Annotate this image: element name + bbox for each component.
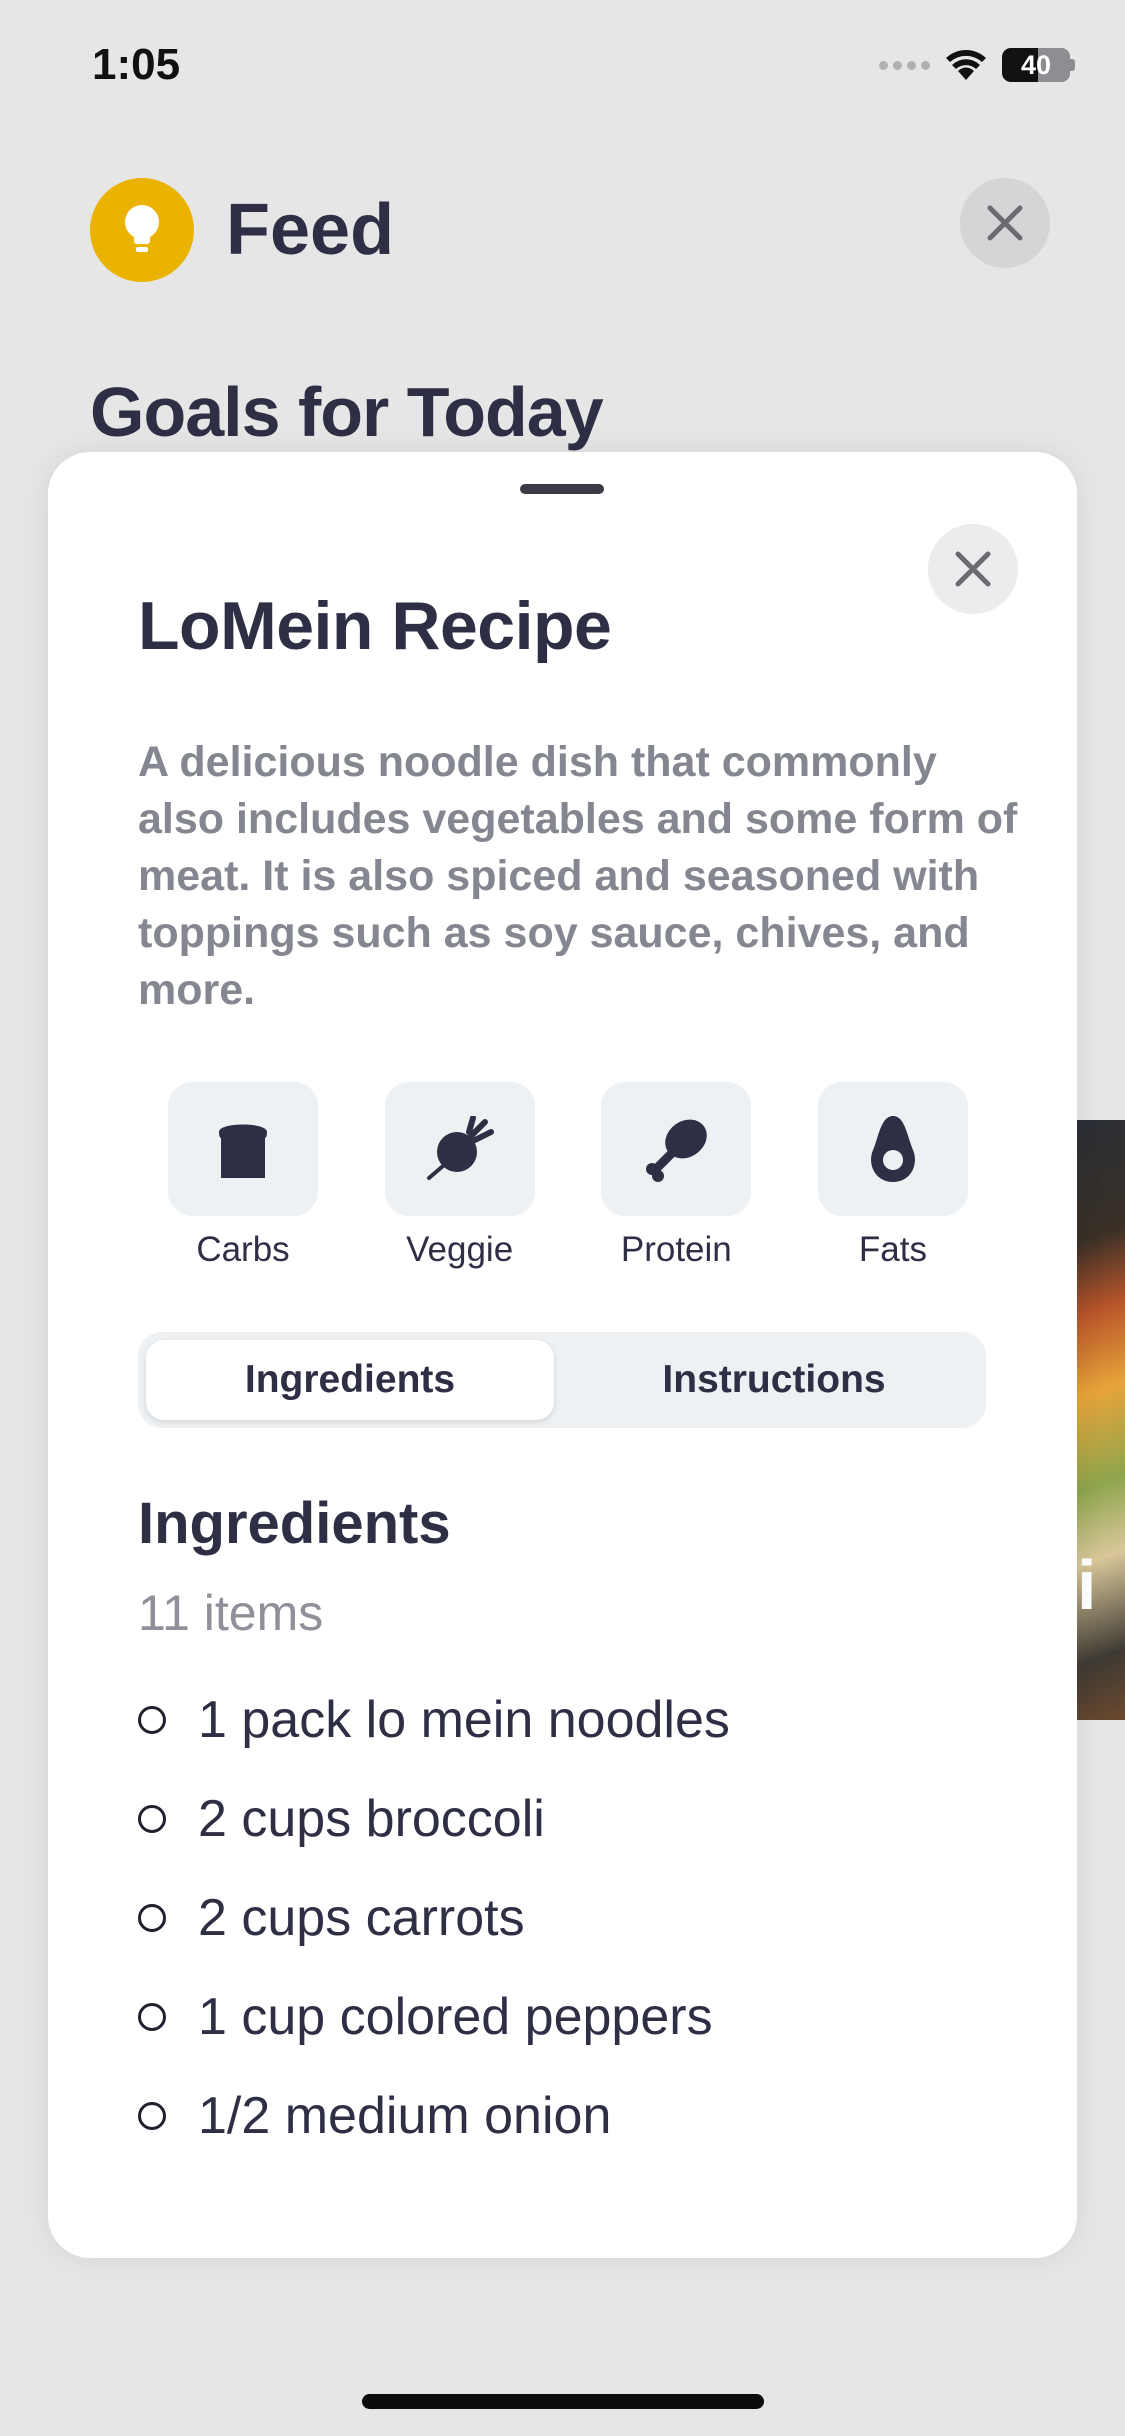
recipe-description: A delicious noodle dish that commonly al… [138, 738, 1018, 1014]
macro-label: Protein [620, 1230, 732, 1269]
bread-icon [219, 1124, 267, 1178]
macro-label: Veggie [406, 1230, 514, 1269]
macro-carbs[interactable]: Carbs [168, 1082, 318, 1270]
ingredient-text: 1 pack lo mein noodles [198, 1690, 730, 1749]
ingredient-item[interactable]: 1/2 medium onion [138, 2066, 730, 2165]
battery-icon: 40 [1002, 48, 1075, 82]
tab-instructions[interactable]: Instructions [570, 1340, 978, 1420]
ingredient-text: 1/2 medium onion [198, 2086, 612, 2145]
home-indicator[interactable] [362, 2394, 764, 2409]
macro-fats[interactable]: Fats [817, 1082, 968, 1270]
close-icon [955, 551, 991, 587]
goals-section-title: Goals for Today [90, 373, 604, 451]
ingredient-item[interactable]: 1 cup colored peppers [138, 1967, 730, 2066]
macro-label: Carbs [196, 1230, 290, 1269]
macro-protein[interactable]: Protein [601, 1082, 752, 1270]
checkbox-circle-icon [138, 2002, 166, 2031]
status-indicators: 40 [879, 48, 1075, 82]
checkbox-circle-icon [138, 1903, 166, 1932]
recipe-tabs: Ingredients Instructions [138, 1332, 986, 1428]
header-close-button[interactable] [960, 178, 1050, 268]
macro-label: Fats [858, 1230, 927, 1269]
peek-card-text: i [1077, 1546, 1097, 1624]
close-icon [987, 205, 1023, 241]
ingredient-item[interactable]: 2 cups broccoli [138, 1769, 730, 1868]
checkbox-circle-icon [138, 1804, 166, 1833]
battery-level: 40 [1020, 49, 1052, 80]
feed-header: Feed [90, 178, 394, 282]
status-time: 1:05 [92, 40, 181, 89]
macro-veggie[interactable]: Veggie [384, 1082, 535, 1270]
sheet-close-button[interactable] [928, 524, 1018, 614]
ingredient-text: 1 cup colored peppers [198, 1987, 713, 2046]
cellular-signal-icon [879, 60, 930, 70]
checkbox-circle-icon [138, 1705, 166, 1734]
macro-categories: Carbs Veggie Protein Fats [168, 1082, 968, 1270]
beet-icon [426, 1116, 494, 1180]
ingredients-heading: Ingredients [138, 1491, 451, 1556]
page-title: Feed [226, 190, 395, 270]
ingredient-item[interactable]: 1 pack lo mein noodles [138, 1670, 730, 1769]
ingredient-text: 2 cups carrots [198, 1888, 525, 1947]
ingredients-count: 11 items [138, 1585, 324, 1641]
avocado-icon [870, 1116, 915, 1182]
ingredients-list: 1 pack lo mein noodles 2 cups broccoli 2… [138, 1670, 730, 2165]
recipe-title: LoMein Recipe [138, 588, 612, 664]
recipe-sheet: LoMein Recipe A delicious noodle dish th… [48, 452, 1077, 2258]
checkbox-circle-icon [138, 2101, 166, 2130]
wifi-icon [946, 50, 986, 80]
recipe-card-peek[interactable]: i [1075, 1120, 1125, 1720]
ingredient-text: 2 cups broccoli [198, 1789, 545, 1848]
lightbulb-icon [90, 178, 194, 282]
drumstick-icon [646, 1119, 708, 1182]
status-bar: 1:05 40 [0, 0, 1125, 140]
ingredient-item[interactable]: 2 cups carrots [138, 1868, 730, 1967]
sheet-drag-handle[interactable] [520, 484, 604, 494]
tab-ingredients[interactable]: Ingredients [146, 1340, 554, 1420]
